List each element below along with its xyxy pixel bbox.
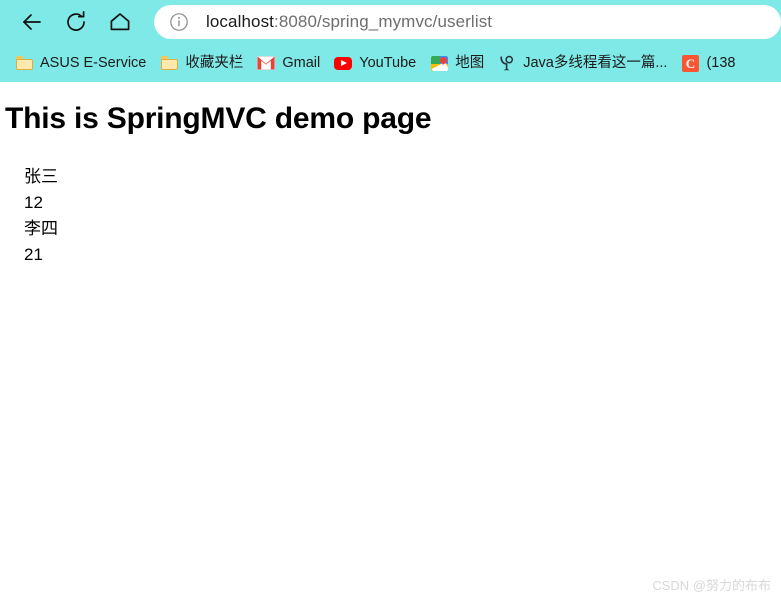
user-list: 张三 12 李四 21 (0, 136, 781, 268)
home-button[interactable] (98, 3, 142, 41)
bookmark-label: 收藏夹栏 (185, 55, 244, 71)
watermark: CSDN @努力的布布 (652, 578, 771, 593)
address-bar-host: localhost (206, 12, 274, 31)
bookmark-csdn[interactable]: C (138 (674, 50, 742, 76)
address-bar-url: localhost:8080/spring_mymvc/userlist (206, 12, 492, 32)
back-button[interactable] (10, 3, 54, 41)
address-bar-path: :8080/spring_mymvc/userlist (274, 12, 493, 31)
bookmark-maps[interactable]: 地图 (423, 50, 491, 76)
reload-button[interactable] (54, 3, 98, 41)
bookmark-favorites-bar[interactable]: 收藏夹栏 (153, 50, 250, 76)
back-arrow-icon (23, 14, 41, 30)
bookmark-label: 地图 (455, 55, 485, 71)
java-article-icon (498, 54, 516, 72)
bookmark-label: Java多线程看这一篇... (523, 55, 668, 71)
folder-icon (15, 54, 33, 72)
google-maps-icon (430, 54, 448, 72)
page-title: This is SpringMVC demo page (5, 102, 432, 135)
bookmark-java-article[interactable]: Java多线程看这一篇... (491, 50, 674, 76)
list-item: 12 (24, 193, 43, 212)
page-content: This is SpringMVC demo page 张三 12 李四 21 … (0, 82, 781, 600)
bookmarks-bar: ASUS E-Service 收藏夹栏 Gmail YouTube 地图 Jav… (0, 44, 781, 82)
youtube-icon (334, 54, 353, 72)
address-bar[interactable]: localhost:8080/spring_mymvc/userlist (154, 5, 781, 39)
browser-chrome: localhost:8080/spring_mymvc/userlist ASU… (0, 0, 781, 82)
bookmark-label: ASUS E-Service (40, 55, 147, 71)
bookmark-label: Gmail (282, 55, 321, 71)
reload-icon (67, 10, 85, 31)
csdn-icon: C (681, 54, 699, 72)
info-circle-icon[interactable] (168, 11, 190, 33)
bookmark-gmail[interactable]: Gmail (250, 50, 327, 76)
list-item: 21 (24, 245, 43, 264)
bookmark-asus-e-service[interactable]: ASUS E-Service (8, 50, 153, 76)
folder-icon (160, 54, 178, 72)
bookmark-label: (138 (706, 55, 736, 71)
gmail-icon (257, 54, 276, 72)
bookmark-label: YouTube (359, 55, 417, 71)
list-item: 李四 (24, 219, 58, 238)
bookmark-youtube[interactable]: YouTube (327, 50, 423, 76)
home-icon (110, 13, 130, 31)
browser-toolbar: localhost:8080/spring_mymvc/userlist (0, 0, 781, 44)
list-item: 张三 (24, 167, 58, 186)
